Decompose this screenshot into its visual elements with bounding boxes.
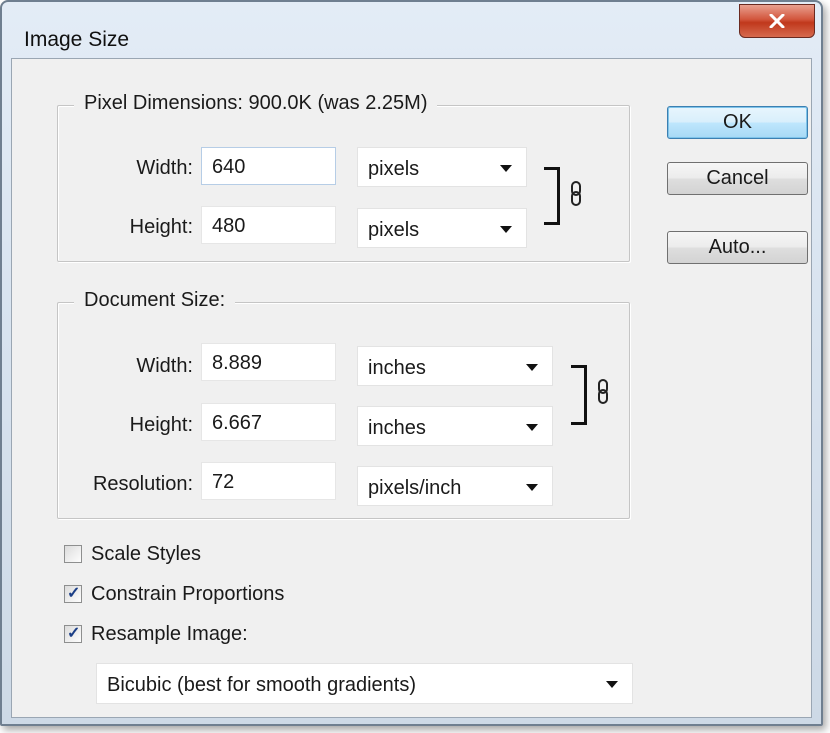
doc-width-label: Width: bbox=[136, 355, 193, 377]
pixel-width-unit-value: pixels bbox=[368, 158, 420, 180]
doc-height-input[interactable]: 6.667 bbox=[201, 403, 336, 441]
pixel-width-label: Width: bbox=[136, 157, 193, 179]
chevron-down-icon bbox=[500, 226, 512, 233]
doc-height-label: Height: bbox=[129, 414, 193, 436]
pixel-height-label: Height: bbox=[129, 216, 193, 238]
pixel-height-unit-value: pixels bbox=[368, 219, 420, 241]
resolution-unit-select[interactable]: pixels/inch bbox=[357, 466, 553, 506]
resample-method-value: Bicubic (best for smooth gradients) bbox=[107, 674, 417, 696]
pixel-height-unit-select[interactable]: pixels bbox=[357, 208, 527, 248]
pixel-width-unit-select[interactable]: pixels bbox=[357, 147, 527, 187]
pixel-constrain-bracket bbox=[544, 167, 560, 225]
dialog-body: Pixel Dimensions: 900.0K (was 2.25M) Wid… bbox=[11, 58, 812, 718]
scale-styles-label: Scale Styles bbox=[91, 543, 202, 565]
doc-height-unit-select[interactable]: inches bbox=[357, 406, 553, 446]
scale-styles-checkbox[interactable] bbox=[64, 545, 82, 563]
image-size-dialog: Image Size Pixel Dimensions: 900.0K (was… bbox=[0, 0, 823, 726]
chevron-down-icon bbox=[526, 424, 538, 431]
close-button[interactable] bbox=[739, 4, 815, 38]
constrain-proportions-checkbox[interactable]: ✓ bbox=[64, 585, 82, 603]
chevron-down-icon bbox=[606, 681, 618, 688]
check-icon: ✓ bbox=[67, 625, 81, 642]
check-icon: ✓ bbox=[67, 585, 81, 602]
chain-link-icon bbox=[598, 379, 608, 404]
resample-image-label: Resample Image: bbox=[91, 623, 248, 645]
resample-method-select[interactable]: Bicubic (best for smooth gradients) bbox=[96, 663, 633, 704]
chevron-down-icon bbox=[526, 364, 538, 371]
pixel-dimensions-legend: Pixel Dimensions: 900.0K (was 2.25M) bbox=[74, 92, 438, 115]
doc-height-unit-value: inches bbox=[368, 417, 426, 439]
chevron-down-icon bbox=[500, 165, 512, 172]
chevron-down-icon bbox=[526, 484, 538, 491]
resolution-unit-value: pixels/inch bbox=[368, 477, 462, 499]
resolution-input[interactable]: 72 bbox=[201, 462, 336, 500]
doc-width-input[interactable]: 8.889 bbox=[201, 343, 336, 381]
chain-link-icon bbox=[571, 181, 581, 206]
close-icon bbox=[769, 14, 785, 28]
doc-width-unit-value: inches bbox=[368, 357, 426, 379]
resolution-label: Resolution: bbox=[92, 473, 193, 495]
ok-button[interactable]: OK bbox=[667, 106, 808, 139]
cancel-button[interactable]: Cancel bbox=[667, 162, 808, 195]
doc-width-unit-select[interactable]: inches bbox=[357, 346, 553, 386]
title-bar[interactable]: Image Size bbox=[2, 2, 821, 58]
resample-image-checkbox[interactable]: ✓ bbox=[64, 625, 82, 643]
dialog-title: Image Size bbox=[24, 28, 130, 51]
document-size-legend: Document Size: bbox=[74, 289, 236, 312]
pixel-width-input[interactable]: 640 bbox=[201, 147, 336, 185]
auto-button[interactable]: Auto... bbox=[667, 231, 808, 264]
constrain-proportions-label: Constrain Proportions bbox=[91, 583, 285, 605]
doc-constrain-bracket bbox=[571, 365, 587, 425]
pixel-height-input[interactable]: 480 bbox=[201, 206, 336, 244]
